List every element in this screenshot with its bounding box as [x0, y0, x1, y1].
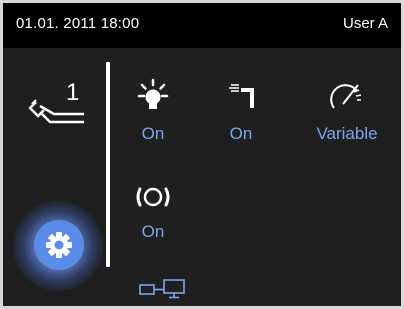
- date-time: 01.01. 2011 18:00: [16, 15, 140, 32]
- handpiece-icon: 1: [28, 79, 84, 124]
- pc-connection-icon: [139, 279, 185, 299]
- speed-gauge-icon: [330, 84, 362, 109]
- water-spray-icon: [229, 84, 254, 108]
- ring-light-status: On: [141, 222, 165, 241]
- light-bulb-icon: [137, 78, 169, 109]
- main-panel: 1 On On Variable On: [0, 48, 404, 309]
- spray-status: On: [229, 124, 253, 143]
- ring-light-icon: [136, 187, 170, 207]
- instrument-selector[interactable]: 1: [26, 78, 88, 130]
- settings-button[interactable]: [34, 220, 84, 270]
- gear-icon: [46, 232, 72, 258]
- pc-connection-button[interactable]: [138, 278, 188, 305]
- user-name[interactable]: User A: [343, 15, 388, 32]
- ring-light-toggle[interactable]: On: [108, 182, 198, 242]
- status-bar: 01.01. 2011 18:00 User A: [0, 0, 404, 48]
- spray-toggle[interactable]: On: [196, 78, 286, 144]
- speed-setting[interactable]: Variable: [302, 78, 392, 144]
- control-screen: 01.01. 2011 18:00 User A 1 On On Variabl…: [0, 0, 404, 309]
- speed-status: Variable: [316, 124, 378, 143]
- light-status: On: [141, 124, 165, 143]
- light-toggle[interactable]: On: [108, 78, 198, 144]
- instrument-number: 1: [66, 79, 79, 106]
